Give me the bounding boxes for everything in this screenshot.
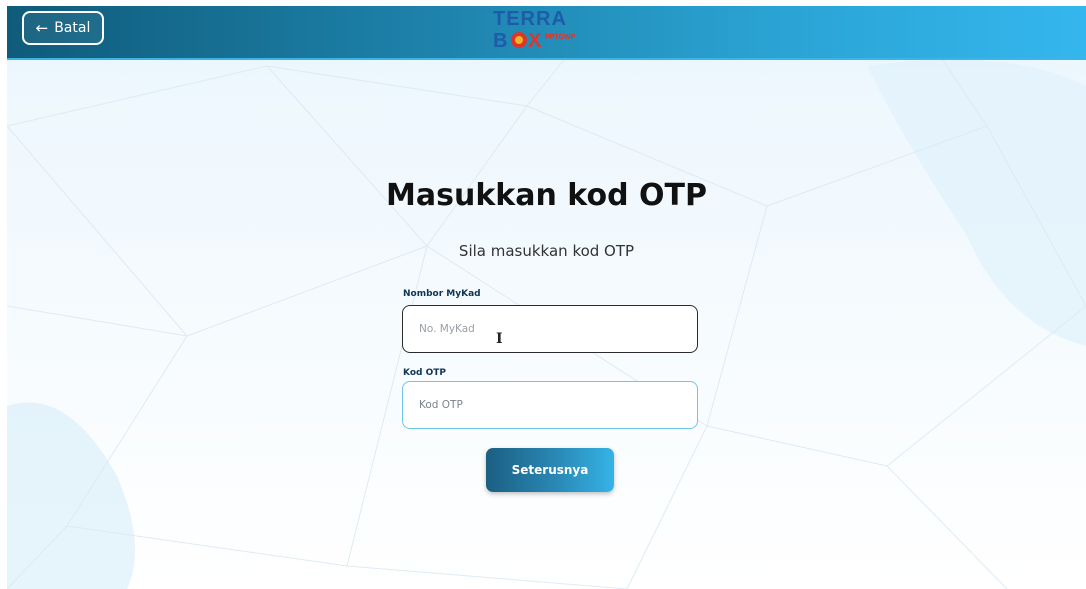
next-button[interactable]: Seterusnya (486, 448, 614, 492)
logo-x: X (528, 30, 542, 50)
otp-label: Kod OTP (403, 368, 446, 378)
background-pattern (7, 6, 1086, 589)
back-button-label: Batal (54, 20, 91, 36)
text-cursor-icon: I (496, 331, 503, 347)
terrabox-logo: TERRA B X PPTGWP (493, 8, 576, 50)
back-button[interactable]: ← Batal (22, 11, 104, 45)
app-frame: ← Batal TERRA B X PPTGWP Masukkan kod OT… (7, 6, 1086, 589)
page-subtitle: Sila masukkan kod OTP (458, 242, 635, 260)
logo-line1: TERRA (493, 8, 567, 30)
otp-placeholder: Kod OTP (419, 399, 463, 411)
arrow-left-icon: ← (35, 18, 49, 37)
mykad-input[interactable]: No. MyKad (402, 305, 698, 353)
top-bar: ← Batal TERRA B X PPTGWP (7, 6, 1086, 60)
page-title: Masukkan kod OTP (386, 178, 707, 213)
logo-tagline: PPTGWP (545, 34, 576, 41)
mykad-placeholder: No. MyKad (419, 323, 475, 335)
logo-b: B (493, 30, 507, 50)
mykad-label: Nombor MyKad (403, 289, 481, 299)
otp-input[interactable]: Kod OTP (402, 381, 698, 429)
